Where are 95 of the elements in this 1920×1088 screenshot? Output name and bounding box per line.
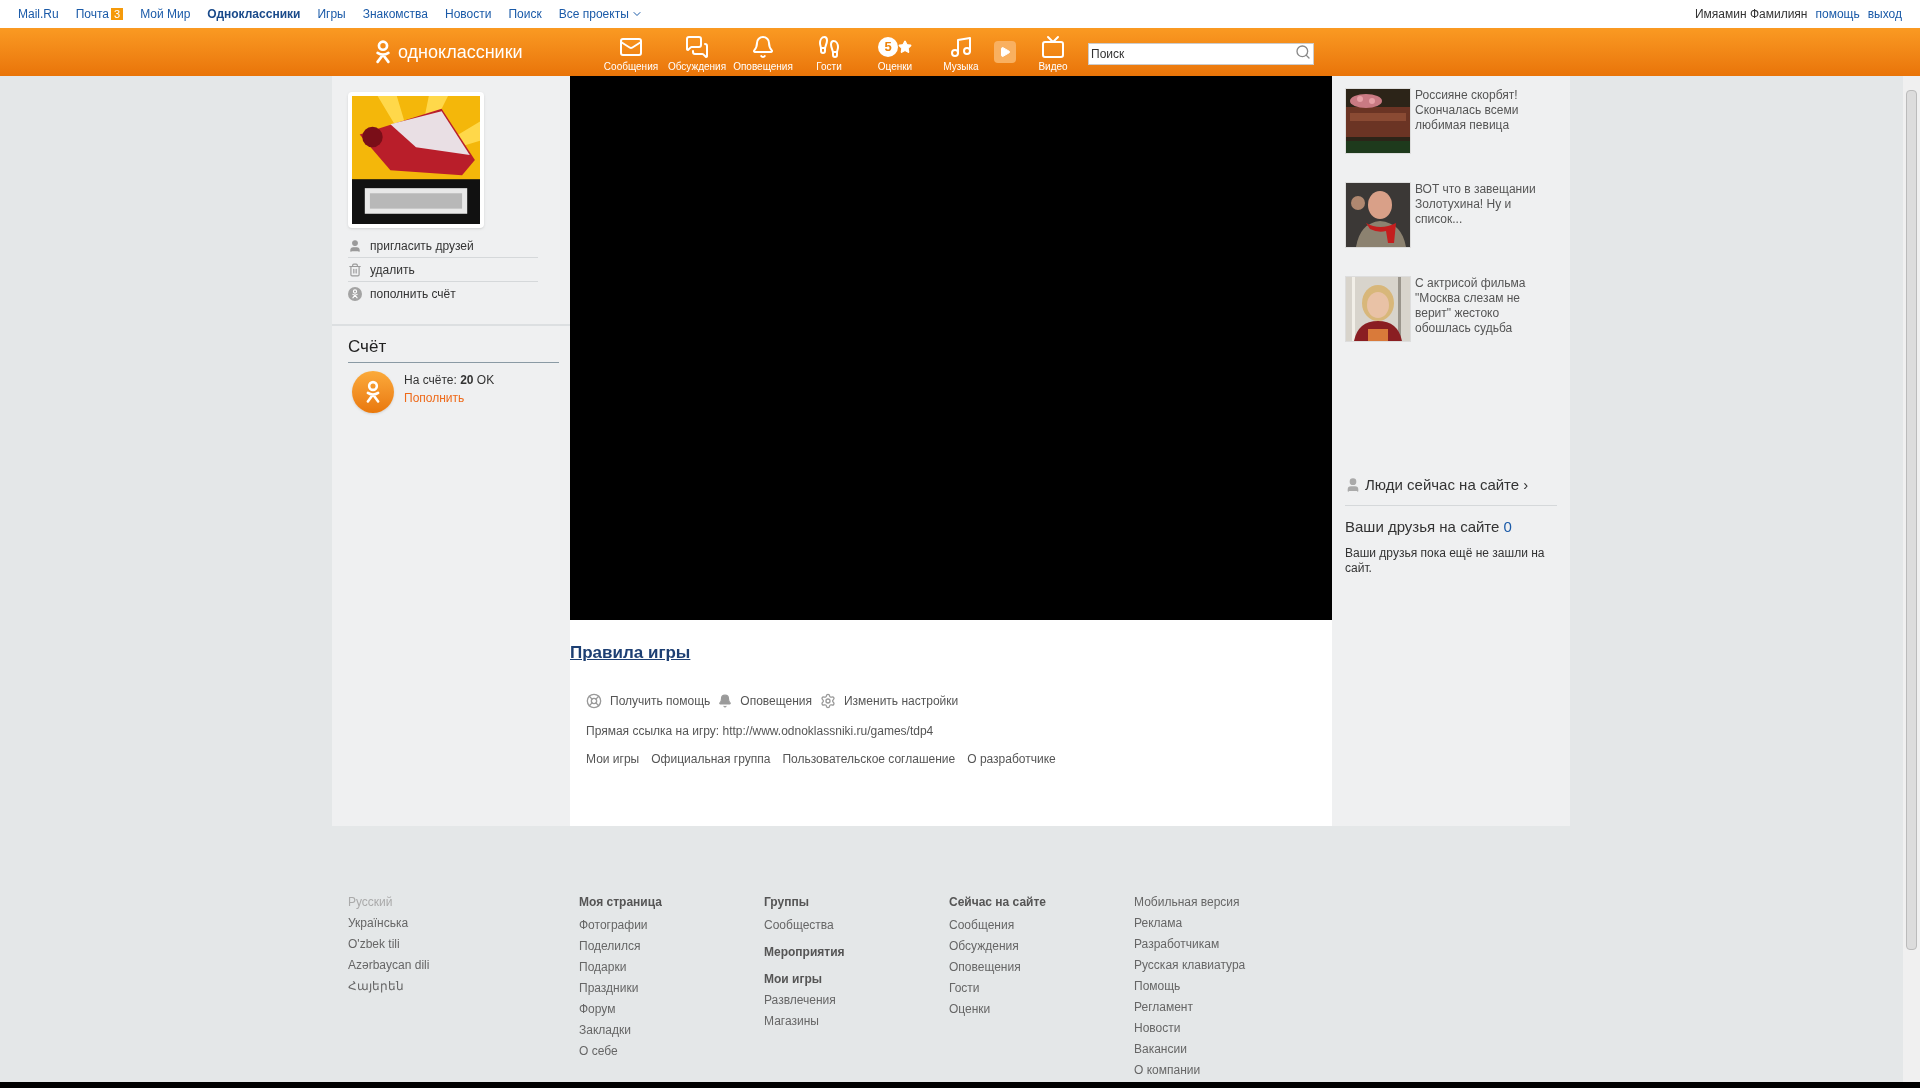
footer-link[interactable]: Магазины [764,1014,819,1029]
user-name[interactable]: Имяамин Фамилиян [1694,5,1808,23]
footer-link[interactable]: Праздники [579,981,639,996]
footer-heading[interactable]: Мои игры [764,972,822,987]
top-nav-link[interactable]: Почта 3 [75,5,124,23]
top-nav-link[interactable]: Новости [445,5,492,23]
tv-icon [1041,35,1065,59]
game-action-link[interactable]: Оповещения [718,691,812,710]
top-nav-link[interactable]: Игры [317,5,346,23]
top-nav-link[interactable]: Мой Мир [140,5,191,23]
logo-icon [374,39,392,65]
trash-icon [348,262,362,277]
music-note-icon [949,35,973,59]
envelope-icon [619,35,643,59]
footer-link[interactable]: Форум [579,1002,616,1017]
footer-heading[interactable]: Сейчас на сайте [949,895,1047,910]
footer-link[interactable]: Обсуждения [949,939,1019,954]
ok-coin-icon [352,370,394,413]
footer-link[interactable]: Помощь [1134,979,1181,994]
friends-count: 0 [1503,516,1512,537]
game-action-link[interactable]: Получить помощь [586,691,711,710]
footer-link[interactable]: Azərbaycan dili [348,958,430,973]
footer-link[interactable]: Русская клавиатура [1134,958,1246,973]
search-field[interactable]: Поиск [1088,43,1314,65]
footer-link[interactable]: Развлечения [764,993,836,1008]
bell-icon [718,693,733,708]
sidebar-item[interactable]: пригласить друзей [348,234,538,258]
footer-link[interactable]: Мобильная версия [1134,895,1240,910]
top-nav-link[interactable]: Знакомства [362,5,428,23]
friends-online-title: Ваши друзья на сайте [1345,516,1500,537]
footer-link[interactable]: О компании [1134,1063,1201,1078]
sidebar-item[interactable]: пополнить счёт [348,282,538,306]
news-headline[interactable]: С актрисой фильма "Москва слезам не верит" жестоко обошлась судьба [1415,276,1557,342]
friends-message: Ваши друзья пока ещё не зашли на сайт. [1345,546,1546,576]
footer-link[interactable]: Регламент [1134,1000,1193,1015]
footer-link[interactable]: Фотографии [579,918,648,933]
footer-link[interactable]: Оценки [949,1002,991,1017]
nav-item[interactable]: Сообщения [598,31,664,73]
footer-link[interactable]: O'zbek tili [348,937,400,952]
nav-item[interactable]: Видео [1020,31,1086,73]
footer-link[interactable]: Подарки [579,960,627,975]
bell-icon [751,35,775,59]
footer-heading[interactable]: Группы [764,895,809,910]
nav-item[interactable]: 5 Оценки [862,31,928,73]
scrollbar[interactable] [1903,76,1920,1082]
direct-link-text: Прямая ссылка на игру: http://www.odnoklassniki.ru/games/tdp4 [586,722,935,740]
game-footer-link[interactable]: О разработчике [967,749,1056,768]
rules-link[interactable]: Правила игры [570,640,691,666]
settings-icon [819,692,836,709]
footer-heading[interactable]: Мероприятия [764,945,845,960]
balance-text: На счёте: 20 OK [404,371,495,389]
coin-icon [348,287,362,301]
footer-link[interactable]: Реклама [1134,916,1183,931]
chat-bubbles-icon [685,35,709,59]
game-footer-link[interactable]: Пользовательское соглашение [782,749,956,768]
news-headline[interactable]: Россияне скорбят! Скончалась всеми любимая певица [1415,88,1557,154]
search-icon[interactable] [1295,44,1311,60]
footer-link[interactable]: Сообщества [764,918,834,933]
footer-link[interactable]: Сообщения [949,918,1015,933]
footer-link[interactable]: Українська [348,916,409,931]
top-user-link[interactable]: выход [1867,5,1902,23]
account-title: Счёт [348,334,559,363]
news-headline[interactable]: ВОТ что в завещании Золотухина! Ну и список... [1415,182,1557,248]
top-user-link[interactable]: помощь [1815,5,1860,23]
game-footer-link[interactable]: Официальная группа [651,749,771,768]
game-footer-link[interactable]: Мои игры [586,749,640,768]
top-nav-link[interactable]: Одноклассники [207,5,301,23]
topup-link[interactable]: Пополнить [404,388,495,407]
sidebar-item[interactable]: удалить [348,258,538,282]
top-nav-link[interactable]: Поиск [508,5,542,23]
footprints-icon [817,35,841,59]
nav-item[interactable]: Оповещения [730,31,796,73]
nav-item[interactable]: Музыка [928,31,994,73]
play-button-icon[interactable] [994,41,1016,63]
footer-heading[interactable]: Моя страница [579,895,662,910]
footer-link[interactable]: Հայերեն [348,979,404,994]
footer-link[interactable]: Закладки [579,1023,631,1038]
nav-item[interactable]: Обсуждения [664,31,730,73]
footer-link[interactable]: Разработчикам [1134,937,1220,952]
top-nav-link[interactable]: Все проекты [558,5,643,23]
footer-link[interactable]: Вакансии [1134,1042,1187,1057]
person-icon [1345,477,1361,494]
mail-count-badge: 3 [111,8,124,20]
footer-link[interactable]: Гости [949,981,980,996]
top-nav-link[interactable]: Mail.Ru [18,5,59,23]
nav-item[interactable]: Гости [796,31,862,73]
person-icon [348,238,362,253]
help-icon [586,692,602,709]
footer-link[interactable]: О себе [579,1044,618,1059]
logo-text[interactable]: одноклассники [398,38,523,66]
footer-link[interactable]: Оповещения [949,960,1021,975]
footer-link[interactable]: Поделился [579,939,641,954]
game-action-link[interactable]: Изменить настройки [819,691,959,710]
people-online-link[interactable]: Люди сейчас на сайте › [1365,474,1529,497]
footer-link[interactable]: Новости [1134,1021,1181,1036]
